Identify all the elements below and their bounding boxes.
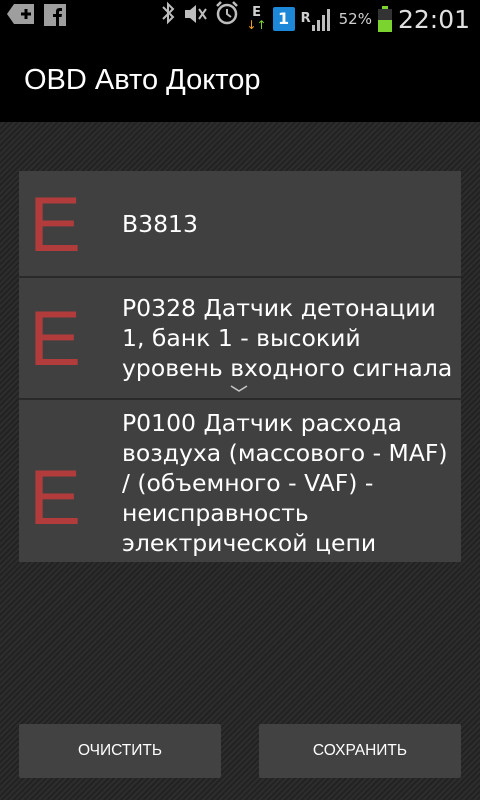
bluetooth-icon — [160, 0, 176, 38]
alarm-icon — [214, 0, 240, 38]
error-letter: E — [29, 294, 82, 382]
list-item[interactable]: E P0100 Датчик расхода воздуха (массовог… — [19, 400, 461, 562]
code-text: P0328 Датчик детонации 1, банк 1 - высок… — [122, 294, 453, 382]
facebook-icon — [44, 0, 66, 38]
status-bar: E ↓↑ 1 R 52% 22:01 — [0, 0, 480, 38]
battery-percent: 52% — [338, 10, 372, 28]
data-transfer-icon: E ↓↑ — [246, 5, 267, 32]
mute-icon — [182, 0, 208, 38]
trouble-code-list[interactable]: E B3813 E P0328 Датчик детонации 1, банк… — [19, 171, 461, 562]
app-title: OBD Авто Доктор — [24, 63, 261, 96]
error-letter: E — [29, 453, 82, 541]
code-text: B3813 — [122, 209, 198, 238]
list-item[interactable]: E B3813 — [19, 171, 461, 278]
sim1-icon: 1 — [272, 7, 295, 31]
action-bar: OBD Авто Доктор — [0, 38, 480, 122]
plus-icon — [6, 0, 36, 38]
code-text: P0100 Датчик расхода воздуха (массового … — [122, 409, 448, 557]
battery-icon — [377, 6, 392, 32]
list-item[interactable]: E P0328 Датчик детонации 1, банк 1 - выс… — [19, 278, 461, 400]
clock: 22:01 — [397, 4, 470, 34]
save-button[interactable]: СОХРАНИТЬ — [259, 724, 461, 778]
clear-button[interactable]: ОЧИСТИТЬ — [19, 724, 221, 778]
expand-chevron-icon[interactable] — [229, 380, 249, 398]
error-letter: E — [29, 179, 82, 268]
signal-icon: R — [301, 7, 333, 31]
